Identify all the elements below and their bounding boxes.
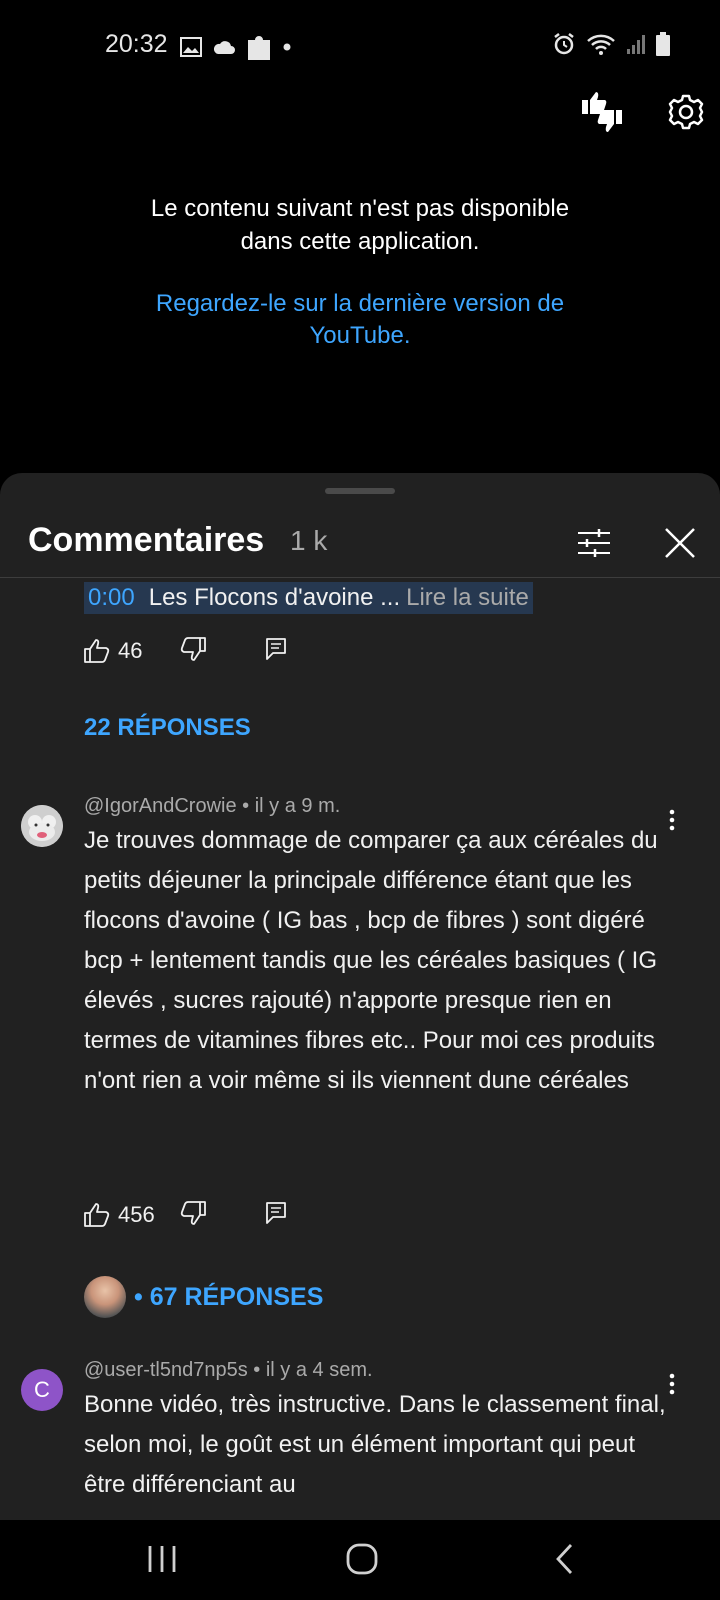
like-count: 456 (118, 1202, 155, 1227)
comment-actions: 46 (84, 636, 286, 666)
read-more-link[interactable]: Lire la suite (406, 584, 529, 612)
reply-icon (266, 1201, 286, 1224)
close-icon (665, 528, 695, 558)
dislike-button[interactable] (180, 636, 206, 666)
thumbs-down-icon (180, 636, 206, 661)
reply-icon (266, 637, 286, 660)
unavailable-line-2: dans cette application. (240, 228, 480, 255)
comments-list[interactable]: 0:00 Les Flocons d'avoine ... Lire la su… (0, 578, 720, 1520)
drag-handle[interactable] (325, 488, 395, 494)
filter-button[interactable] (574, 523, 614, 563)
comments-count: 1 k (290, 525, 328, 556)
comments-header: Commentaires 1 k (0, 513, 720, 579)
status-icons-right (552, 32, 670, 56)
comment-preview-text: Les Flocons d'avoine ... (148, 584, 401, 611)
like-dislike-button[interactable] (580, 90, 624, 134)
avatar[interactable]: C (21, 1369, 63, 1411)
reply-button[interactable] (266, 1201, 286, 1229)
back-button[interactable] (534, 1534, 594, 1584)
battery-icon (656, 32, 670, 56)
close-button[interactable] (660, 523, 700, 563)
wifi-icon (587, 34, 615, 55)
like-button[interactable]: 456 (84, 1202, 158, 1228)
recent-apps-icon (148, 1546, 176, 1572)
watch-link-line-2: YouTube. (309, 322, 411, 349)
thumbs-up-icon (84, 1203, 110, 1227)
recent-apps-button[interactable] (132, 1534, 192, 1584)
status-time: 20:32 (105, 30, 168, 58)
comment-timestamp-preview[interactable]: 0:00 Les Flocons d'avoine ... Lire la su… (84, 582, 533, 614)
dot-icon (283, 43, 291, 51)
home-icon (346, 1543, 378, 1575)
comment-text: Je trouves dommage de comparer ça aux cé… (84, 827, 658, 1094)
view-replies-link[interactable]: 22 RÉPONSES (84, 714, 251, 742)
watch-link-line-1: Regardez-le sur la dernière version de (155, 290, 565, 317)
home-button[interactable] (332, 1534, 392, 1584)
unavailable-line-1: Le contenu suivant n'est pas disponible (150, 195, 570, 222)
settings-button[interactable] (664, 90, 708, 134)
thumbs-down-icon (180, 1200, 206, 1225)
creator-avatar (84, 1276, 126, 1318)
unavailable-message: Le contenu suivant n'est pas disponible … (0, 192, 720, 258)
avatar-image (21, 805, 63, 847)
thumbs-up-down-icon (582, 92, 622, 132)
gear-icon (668, 94, 704, 130)
alarm-icon (554, 33, 574, 55)
puzzle-icon (248, 36, 270, 60)
thumbs-up-icon (84, 639, 110, 663)
status-bar: 20:32 (0, 0, 720, 90)
comment-author-meta: @user-tl5nd7np5s • il y a 4 sem. (84, 1359, 373, 1381)
comments-title: Commentaires (28, 521, 265, 559)
comment-author-meta: @IgorAndCrowie • il y a 9 m. (84, 795, 341, 817)
replies-count-label: • 67 RÉPONSES (134, 1282, 324, 1311)
timestamp-link[interactable]: 0:00 (88, 584, 135, 612)
status-icons-left (180, 32, 292, 62)
cloud-icon (213, 41, 235, 54)
like-count: 46 (118, 638, 143, 663)
reply-button[interactable] (266, 637, 286, 665)
signal-icon (627, 35, 645, 54)
image-icon (180, 37, 202, 57)
player-toolbar (0, 90, 720, 140)
system-nav-bar (0, 1520, 720, 1600)
comment-text: Bonne vidéo, très instructive. Dans le c… (84, 1391, 666, 1498)
sliders-icon (578, 529, 610, 557)
comment-actions: 456 (84, 1200, 286, 1230)
dislike-button[interactable] (180, 1200, 206, 1230)
comments-sheet: Commentaires 1 k 0:00 Les Flocons d'avoi… (0, 473, 720, 1520)
like-button[interactable]: 46 (84, 638, 158, 664)
avatar[interactable] (21, 805, 63, 847)
back-icon (556, 1544, 573, 1574)
watch-on-youtube-link[interactable]: Regardez-le sur la dernière version de Y… (110, 288, 610, 352)
creator-replies-link[interactable]: • 67 RÉPONSES (84, 1276, 323, 1318)
